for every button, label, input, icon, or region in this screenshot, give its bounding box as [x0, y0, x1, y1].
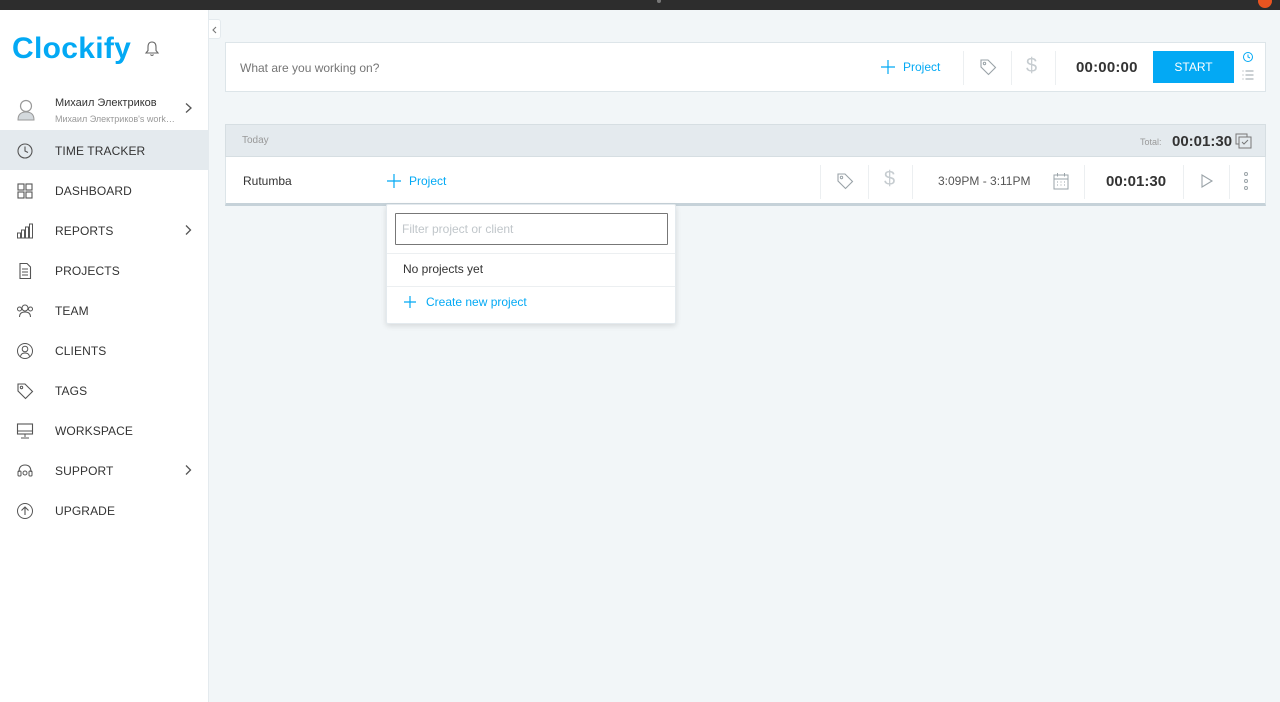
sidebar-item-label: REPORTS	[55, 224, 114, 238]
divider	[963, 51, 964, 85]
sidebar-item-clients[interactable]: CLIENTS	[0, 330, 209, 370]
divider	[1084, 165, 1085, 199]
day-label: Today	[242, 135, 269, 146]
timer-bar: Project $ 00:00:00 START	[225, 42, 1266, 92]
app-logo[interactable]: Clockify	[12, 32, 131, 66]
divider	[1011, 51, 1012, 85]
avatar	[16, 98, 36, 122]
divider	[1229, 165, 1230, 199]
sidebar-item-label: WORKSPACE	[55, 424, 134, 438]
support-icon	[16, 462, 34, 480]
chevron-right-icon	[184, 464, 192, 476]
sidebar: Clockify Михаил Электриков Михаил Электр…	[0, 10, 209, 702]
workspace-icon	[16, 422, 34, 440]
billable-toggle[interactable]: $	[1026, 55, 1037, 78]
window-titlebar	[0, 0, 1280, 10]
more-options-icon[interactable]	[1243, 171, 1249, 191]
project-label: Project	[903, 60, 941, 74]
day-total: 00:01:30	[1172, 133, 1233, 150]
divider	[387, 253, 675, 254]
user-name: Михаил Электриков	[55, 97, 157, 109]
sidebar-item-label: PROJECTS	[55, 264, 120, 278]
sidebar-item-label: CLIENTS	[55, 344, 107, 358]
dashboard-icon	[16, 182, 34, 200]
reports-icon	[16, 222, 34, 240]
timer-display[interactable]: 00:00:00	[1076, 59, 1138, 76]
tag-icon[interactable]	[979, 58, 997, 76]
project-picker-button[interactable]: Project	[880, 59, 940, 75]
sidebar-item-upgrade[interactable]: UPGRADE	[0, 490, 209, 530]
divider	[912, 165, 913, 199]
start-button[interactable]: START	[1153, 51, 1234, 83]
create-project-button[interactable]: Create new project	[403, 295, 527, 309]
divider	[1183, 165, 1184, 199]
sidebar-item-reports[interactable]: REPORTS	[0, 210, 209, 250]
clients-icon	[16, 342, 34, 360]
entry-project-label: Project	[409, 174, 447, 188]
sidebar-collapse-button[interactable]	[209, 19, 221, 39]
user-workspace: Михаил Электриков's workspace	[55, 114, 177, 124]
time-entry-row: Rutumba Project $ 3:09PM - 3:11PM 00:01:…	[225, 157, 1266, 206]
sidebar-item-tags[interactable]: TAGS	[0, 370, 209, 410]
day-total-label: Total:	[1140, 137, 1162, 147]
projects-icon	[16, 262, 34, 280]
bulk-edit-icon[interactable]	[1235, 133, 1253, 149]
entry-description[interactable]: Rutumba	[243, 174, 292, 188]
sidebar-item-dashboard[interactable]: DASHBOARD	[0, 170, 209, 210]
plus-icon	[881, 60, 895, 74]
sidebar-item-label: SUPPORT	[55, 464, 114, 478]
plus-icon	[404, 296, 416, 308]
sidebar-item-label: UPGRADE	[55, 504, 116, 518]
project-dropdown: No projects yet Create new project	[386, 204, 676, 324]
no-projects-message: No projects yet	[403, 262, 484, 276]
bell-icon[interactable]	[144, 40, 160, 58]
chevron-right-icon	[184, 224, 192, 236]
project-filter-input[interactable]	[395, 213, 668, 245]
divider	[1055, 51, 1056, 85]
tag-icon[interactable]	[836, 172, 854, 190]
window-close-button[interactable]	[1258, 0, 1272, 8]
titlebar-indicator	[657, 0, 661, 3]
sidebar-item-label: TAGS	[55, 384, 88, 398]
sidebar-nav: TIME TRACKER DASHBOARD REPORTS PROJECTS …	[0, 130, 209, 530]
chevron-right-icon	[183, 102, 193, 114]
entry-project-picker[interactable]: Project	[386, 173, 446, 189]
divider	[820, 165, 821, 199]
sidebar-item-label: DASHBOARD	[55, 184, 132, 198]
day-group-header: Today Total: 00:01:30	[225, 124, 1266, 157]
divider	[868, 165, 869, 199]
sidebar-item-projects[interactable]: PROJECTS	[0, 250, 209, 290]
timer-mode-toggle[interactable]	[1241, 51, 1255, 85]
calendar-icon[interactable]	[1053, 172, 1069, 190]
sidebar-item-label: TEAM	[55, 304, 89, 318]
entry-time-range[interactable]: 3:09PM - 3:11PM	[938, 174, 1030, 188]
tag-icon	[16, 382, 34, 400]
sidebar-item-workspace[interactable]: WORKSPACE	[0, 410, 209, 450]
sidebar-item-label: TIME TRACKER	[55, 144, 146, 158]
user-profile[interactable]: Михаил Электриков Михаил Электриков's wo…	[0, 92, 209, 132]
create-project-label: Create new project	[426, 295, 527, 309]
clock-icon	[16, 142, 34, 160]
team-icon	[16, 302, 34, 320]
sidebar-item-team[interactable]: TEAM	[0, 290, 209, 330]
billable-toggle[interactable]: $	[884, 168, 895, 191]
sidebar-item-support[interactable]: SUPPORT	[0, 450, 209, 490]
description-input[interactable]	[240, 61, 840, 75]
play-icon[interactable]	[1200, 173, 1214, 189]
divider	[387, 286, 675, 287]
entry-duration[interactable]: 00:01:30	[1106, 173, 1166, 190]
sidebar-item-time-tracker[interactable]: TIME TRACKER	[0, 130, 209, 170]
upgrade-icon	[16, 502, 34, 520]
plus-icon	[387, 174, 401, 188]
